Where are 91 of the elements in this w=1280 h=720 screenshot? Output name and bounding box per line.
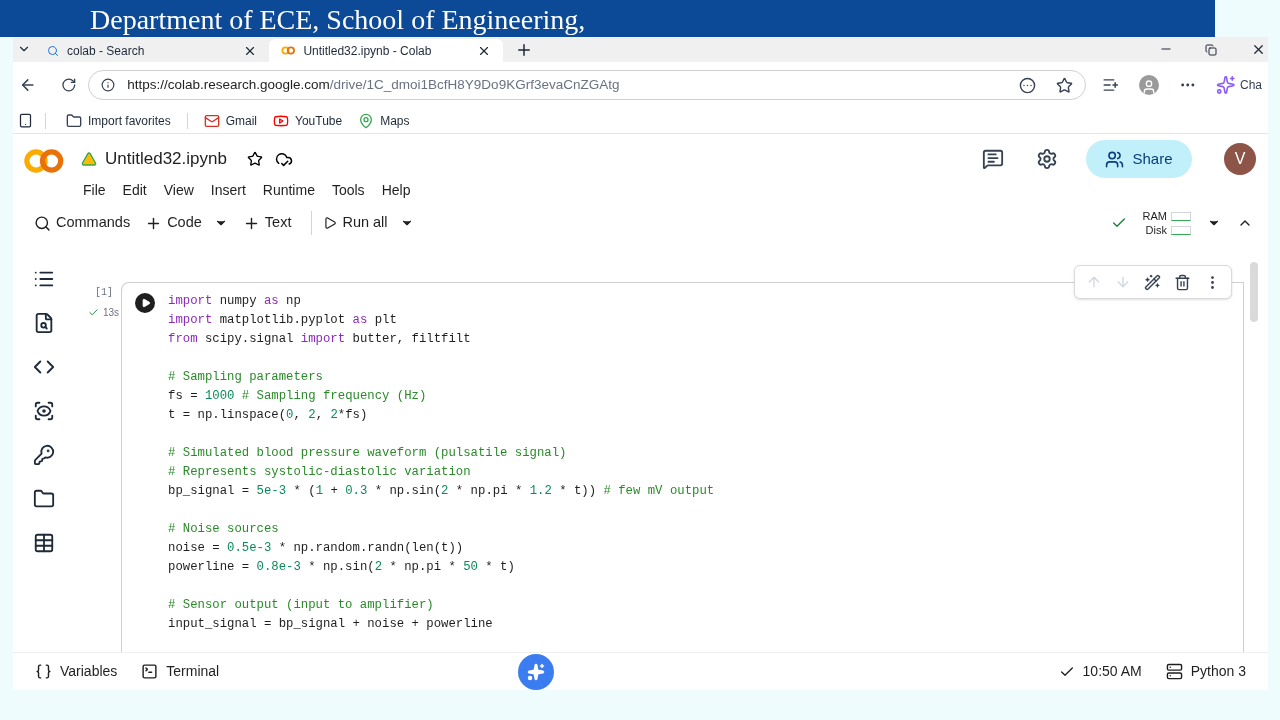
meter-icon — [1171, 225, 1191, 235]
banner-title: Department of ECE, School of Engineering, — [90, 3, 586, 37]
user-avatar[interactable]: V — [1224, 143, 1256, 175]
map-pin-icon — [358, 112, 375, 129]
play-icon — [323, 216, 338, 230]
cloud-icon[interactable] — [274, 150, 293, 168]
meter-icon — [1171, 211, 1191, 221]
bookmark-link[interactable]: YouTube — [265, 111, 351, 130]
menu-item[interactable]: View — [163, 179, 194, 201]
footer-button[interactable]: Variables — [35, 661, 118, 682]
gemini-button[interactable] — [517, 653, 554, 690]
footer-button[interactable]: Terminal — [141, 661, 220, 682]
code-line: t = np.linspace(0, 2, 2*fs) — [168, 407, 368, 424]
code-line: from scipy.signal import butter, filtfilt — [168, 331, 471, 348]
browser-tab[interactable]: Untitled32.ipynb - Colab — [269, 39, 503, 62]
code-line: input_signal = bp_signal + noise + powerline — [168, 616, 493, 633]
execution-count: [1] — [95, 286, 113, 300]
tab-title: colab - Search — [67, 42, 146, 60]
search-icon — [47, 44, 59, 57]
bookmark-link[interactable]: Gmail — [195, 111, 266, 130]
reload-icon[interactable] — [60, 77, 77, 93]
code-line: noise = 0.5e-3 * np.random.randn(len(t)) — [168, 540, 464, 557]
code-line: import numpy as np — [168, 293, 301, 310]
drive-icon — [81, 151, 97, 167]
play-icon — [140, 298, 151, 308]
menu-item[interactable]: Tools — [331, 179, 365, 201]
status-time: 10:50 AM — [1082, 662, 1142, 681]
share-button[interactable]: Share — [1086, 140, 1192, 178]
tab-actions-icon[interactable] — [18, 113, 33, 128]
terminal-icon — [141, 663, 159, 680]
resource-label: RAM — [1142, 209, 1167, 223]
find-icon[interactable] — [33, 312, 55, 334]
star-icon[interactable] — [246, 151, 263, 167]
menu-item[interactable]: Runtime — [262, 179, 315, 201]
run-time: 13s — [102, 306, 119, 320]
folder-icon — [66, 112, 82, 129]
menu-item[interactable]: Edit — [122, 179, 147, 201]
copilot-icon[interactable] — [1216, 75, 1236, 95]
toolbar-button[interactable]: Code — [142, 208, 205, 238]
resource-label: Disk — [1145, 223, 1167, 237]
code-line: # Represents systolic-diastolic variation — [168, 464, 471, 481]
bookmark-link[interactable]: Maps — [350, 111, 418, 130]
info-icon — [101, 78, 116, 92]
menu-item[interactable]: Help — [381, 179, 411, 201]
code-line: # Simulated blood pressure waveform (pulsatile signal) — [168, 445, 567, 462]
new-tab-icon[interactable] — [515, 41, 533, 59]
table-icon[interactable] — [33, 532, 55, 554]
people-icon — [1105, 149, 1125, 169]
code-line: # Noise sources — [168, 521, 279, 538]
runtime-label[interactable]: Python 3 — [1190, 661, 1246, 682]
close-icon[interactable] — [1251, 42, 1266, 57]
search-icon — [34, 214, 51, 232]
restore-icon[interactable] — [1205, 44, 1217, 56]
delete-icon[interactable] — [1173, 273, 1191, 291]
code-line: fs = 1000 # Sampling frequency (Hz) — [168, 388, 427, 405]
colab-logo-icon — [23, 148, 65, 174]
server-icon — [1165, 663, 1183, 680]
sparkle-icon — [526, 662, 545, 681]
settings-icon[interactable] — [1036, 148, 1058, 170]
favorites-icon[interactable] — [1101, 76, 1120, 94]
tab-title: Untitled32.ipynb - Colab — [303, 42, 433, 60]
chat-label[interactable]: Cha — [1240, 76, 1262, 94]
key-icon[interactable] — [33, 444, 55, 466]
menu-item[interactable]: File — [83, 179, 106, 201]
toolbar-button[interactable]: Commands — [31, 208, 134, 238]
eye-icon[interactable] — [33, 400, 55, 422]
code-line: bp_signal = 5e-3 * (1 + 0.3 * np.sin(2 * np.pi * 1.2 * t)) # few mV output — [168, 483, 715, 500]
colab-logo-icon — [281, 46, 296, 55]
wand-icon[interactable] — [1143, 273, 1161, 291]
code-line: import matplotlib.pyplot as plt — [168, 312, 397, 329]
toolbar-button[interactable]: Run all — [320, 208, 391, 238]
braces-icon — [35, 663, 52, 680]
mail-icon — [203, 112, 220, 129]
code-line: # Sensor output (input to amplifier) — [168, 597, 434, 614]
address-field[interactable]: https://colab.research.google.com/drive/1C_dmoi1BcfH8Y9Do9KGrf3evaCnZGAtg — [88, 70, 1086, 100]
url-text: https://colab.research.google.com/drive/1C_dmoi1BcfH8Y9Do9KGrf3evaCnZGAtg — [127, 75, 621, 94]
toolbar-button[interactable]: Text — [239, 208, 295, 238]
profile-avatar[interactable] — [1139, 75, 1159, 95]
code-line: powerline = 0.8e-3 * np.sin(2 * np.pi * 50 * t) — [168, 559, 515, 576]
notebook-title[interactable]: Untitled32.ipynb — [105, 146, 227, 172]
check-icon — [87, 307, 99, 318]
menu-item[interactable]: Insert — [210, 179, 246, 201]
run-button[interactable] — [135, 293, 155, 313]
code-line: # Sampling parameters — [168, 369, 323, 386]
star-icon[interactable] — [1055, 76, 1073, 94]
scrollbar[interactable] — [1250, 262, 1258, 322]
folder-icon[interactable] — [33, 488, 55, 510]
bookmark-link[interactable]: Import favorites — [58, 111, 179, 130]
reading-icon[interactable] — [1018, 76, 1036, 94]
code-cell[interactable] — [121, 282, 1244, 652]
comment-icon[interactable] — [982, 148, 1004, 170]
